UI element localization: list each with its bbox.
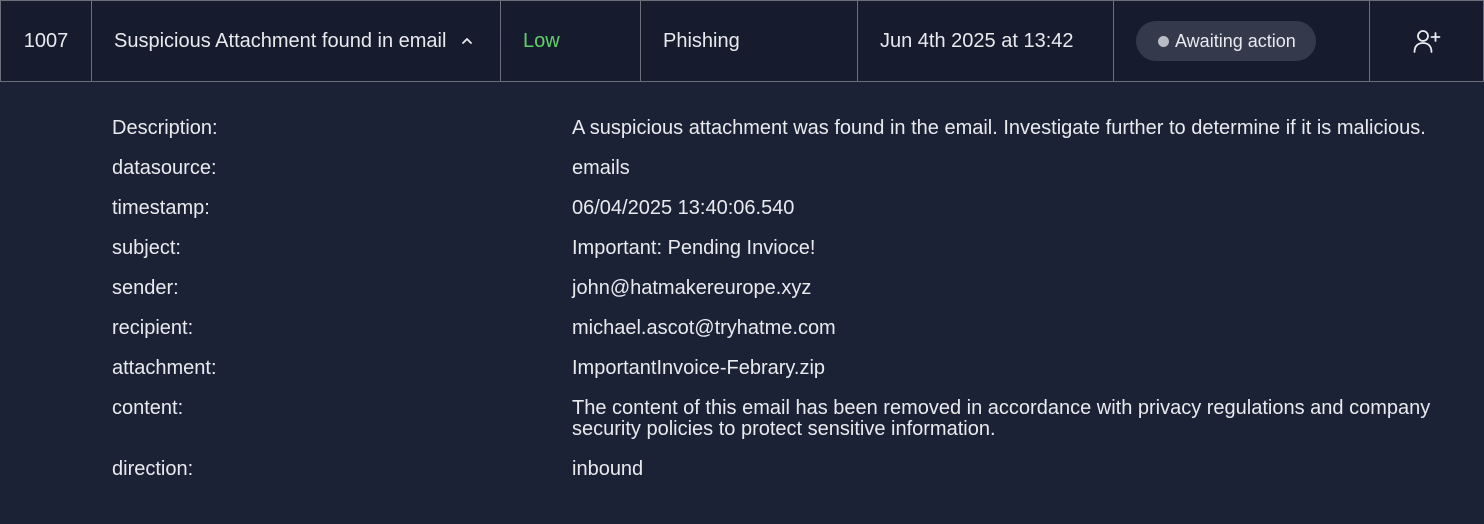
alert-name-cell[interactable]: Suspicious Attachment found in email — [91, 1, 500, 81]
status-label: Awaiting action — [1175, 30, 1296, 51]
detail-key: content: — [112, 397, 184, 419]
severity-cell: Low — [500, 1, 640, 81]
alert-name: Suspicious Attachment found in email — [114, 29, 447, 52]
detail-key: datasource: — [112, 157, 217, 179]
detail-row-content: content: The content of this email has b… — [112, 398, 1452, 440]
detail-value: The content of this email has been remov… — [572, 397, 1431, 440]
alert-row[interactable]: 1007 Suspicious Attachment found in emai… — [0, 0, 1484, 82]
detail-row-recipient: recipient: michael.ascot@tryhatme.com — [112, 318, 1452, 339]
detail-key: sender: — [112, 277, 179, 299]
detail-key: timestamp: — [112, 197, 210, 219]
chevron-up-icon[interactable] — [456, 30, 478, 52]
user-plus-icon[interactable] — [1409, 23, 1445, 59]
date-cell: Jun 4th 2025 at 13:42 — [857, 1, 1113, 81]
detail-value: emails — [572, 157, 630, 179]
detail-value: ImportantInvoice-Febrary.zip — [572, 357, 826, 379]
detail-value: inbound — [572, 458, 644, 480]
severity-label: Low — [523, 29, 560, 52]
detail-key: subject: — [112, 237, 181, 259]
alert-details-panel: Description: A suspicious attachment was… — [112, 118, 1452, 499]
detail-key: attachment: — [112, 357, 217, 379]
type-cell: Phishing — [640, 1, 857, 81]
status-dot-icon — [1158, 35, 1169, 47]
detail-key: direction: — [112, 458, 194, 480]
alert-id: 1007 — [23, 29, 69, 52]
detail-value: michael.ascot@tryhatme.com — [572, 317, 836, 339]
assign-cell — [1369, 1, 1484, 81]
detail-value: Important: Pending Invioce! — [572, 237, 816, 259]
detail-row-attachment: attachment: ImportantInvoice-Febrary.zip — [112, 358, 1452, 379]
detail-row-sender: sender: john@hatmakereurope.xyz — [112, 278, 1452, 299]
detail-key: Description: — [112, 117, 218, 139]
status-badge: Awaiting action — [1136, 21, 1316, 61]
status-cell: Awaiting action — [1113, 1, 1369, 81]
detail-value: A suspicious attachment was found in the… — [572, 117, 1426, 139]
alert-id-cell: 1007 — [0, 1, 91, 81]
alert-type: Phishing — [663, 29, 740, 52]
detail-row-subject: subject: Important: Pending Invioce! — [112, 238, 1452, 259]
detail-row-description: Description: A suspicious attachment was… — [112, 118, 1452, 139]
detail-row-direction: direction: inbound — [112, 459, 1452, 480]
alert-date: Jun 4th 2025 at 13:42 — [880, 29, 1074, 52]
detail-row-datasource: datasource: emails — [112, 158, 1452, 179]
detail-value: 06/04/2025 13:40:06.540 — [572, 197, 795, 219]
detail-row-timestamp: timestamp: 06/04/2025 13:40:06.540 — [112, 198, 1452, 219]
detail-value: john@hatmakereurope.xyz — [572, 277, 812, 299]
detail-key: recipient: — [112, 317, 194, 339]
